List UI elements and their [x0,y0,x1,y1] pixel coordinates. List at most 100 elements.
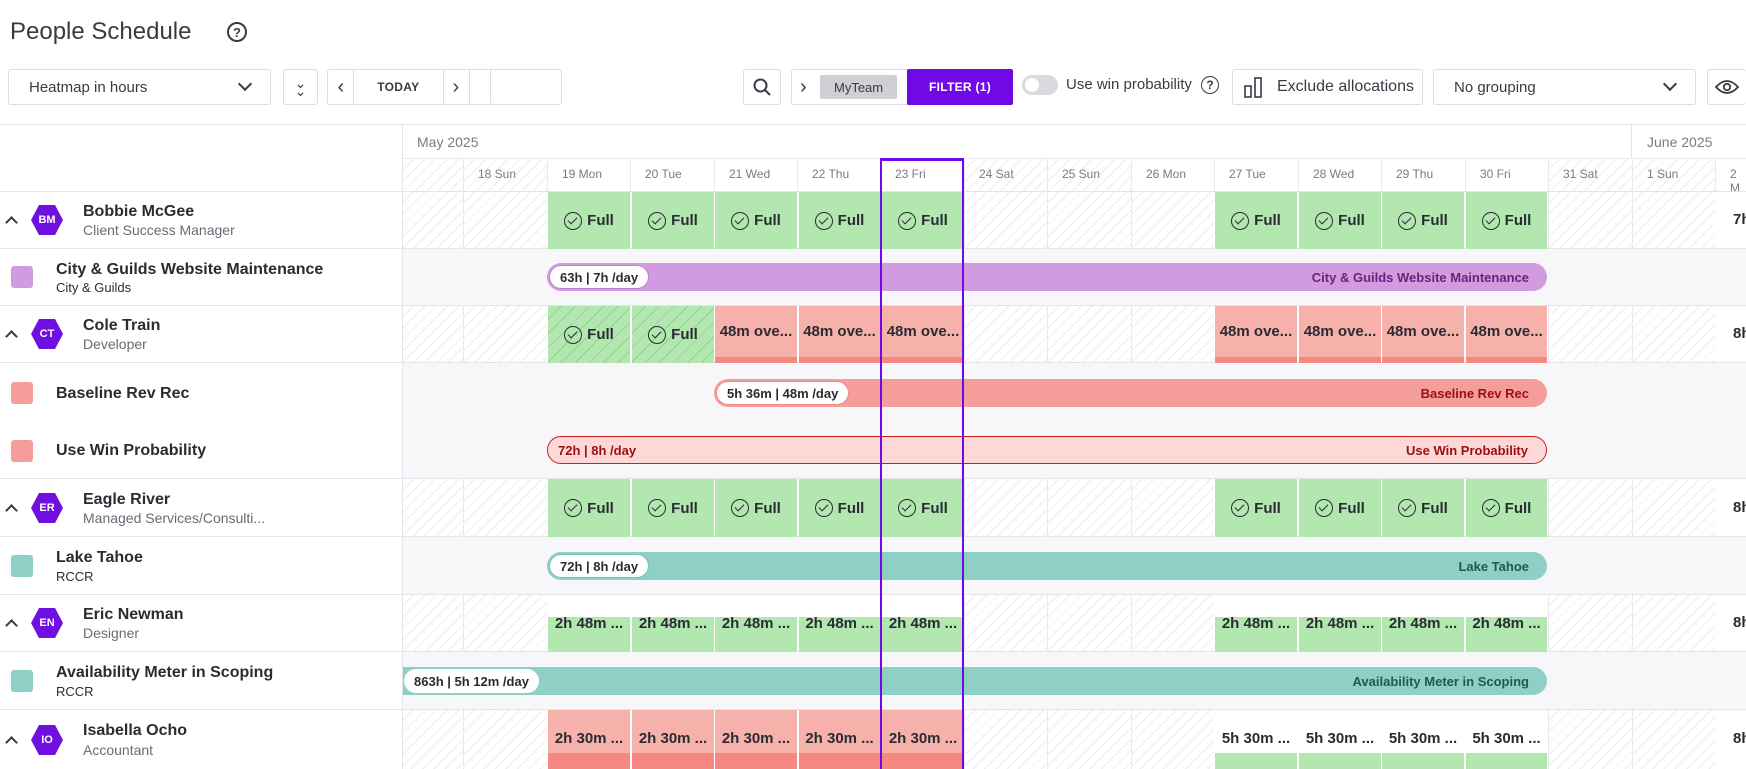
expand-filter-icon[interactable]: › [800,76,807,99]
heatmap-cell-clipped: 8h [1733,499,1746,516]
heatmap-cell[interactable]: 2h 48m ... [799,595,880,652]
heatmap-cell[interactable]: 2h 48m ... [1215,595,1297,652]
heatmap-cell[interactable]: 5h 30m ... [1466,710,1547,769]
heatmap-cell[interactable]: Full [1215,192,1297,249]
heatmap-cell[interactable]: 2h 48m ... [1466,595,1547,652]
heatmap-cell[interactable]: 5h 30m ... [1382,710,1464,769]
win-probability-help-icon[interactable]: ? [1201,76,1219,94]
heatmap-cell[interactable]: 48m ove... [1215,306,1297,363]
heatmap-cell[interactable]: 2h 30m ... [799,710,880,769]
collapse-icon[interactable] [5,619,18,632]
view-mode-value: Heatmap in hours [29,78,148,96]
today-button[interactable]: TODAY [354,80,443,94]
search-button[interactable] [743,69,781,105]
heatmap-cell[interactable]: Full [548,306,630,363]
collapse-all-button[interactable]: ⌄ ⌄ [283,69,318,105]
heatmap-cell[interactable]: Full [1215,479,1297,537]
heatmap-cell[interactable]: Full [548,479,630,537]
heatmap-cell[interactable]: 48m ove... [1299,306,1381,363]
check-circle-icon [1231,499,1250,517]
heatmap-cell[interactable]: 48m ove... [1466,306,1547,363]
day-header: 31 Sat [1548,159,1632,191]
heatmap-cell[interactable]: 48m ove... [882,306,964,363]
project-name[interactable]: Use Win Probability [56,442,206,460]
heatmap-cell[interactable]: 5h 30m ... [1215,710,1297,769]
allocation-bar[interactable]: 5h 36m | 48m /day Baseline Rev Rec [714,379,1547,407]
person-name[interactable]: Eric Newman [83,606,183,624]
collapse-icon[interactable] [5,330,18,343]
heatmap-cell[interactable]: Full [882,479,964,537]
person-name[interactable]: Cole Train [83,317,160,335]
allocation-pill: 863h | 5h 12m /day [404,669,539,693]
heatmap-cell[interactable]: Full [1466,192,1547,249]
heatmap-cell[interactable]: Full [1466,479,1547,537]
heatmap-cell[interactable]: 2h 30m ... [882,710,964,769]
heatmap-cell[interactable]: 2h 48m ... [548,595,630,652]
next-period-button[interactable]: › [443,76,469,99]
heatmap-cell[interactable]: Full [882,192,964,249]
heatmap-cell[interactable]: 5h 30m ... [1299,710,1381,769]
person-name[interactable]: Bobbie McGee [83,203,194,221]
allocation-name: Availability Meter in Scoping [1352,673,1530,689]
project-name[interactable]: Lake Tahoe [56,549,143,567]
project-color-swatch [11,555,33,577]
allocation-bar[interactable]: 863h | 5h 12m /day Availability Meter in… [402,667,1547,695]
collapse-icon[interactable] [5,736,18,749]
day-header: 22 Thu [797,159,880,191]
person-name[interactable]: Eagle River [83,491,170,509]
allocation-bar[interactable]: 63h | 7h /day City & Guilds Website Main… [547,263,1547,291]
exclude-allocations-label: Exclude allocations [1277,78,1414,95]
view-mode-select[interactable]: Heatmap in hours [8,69,271,105]
heatmap-cell[interactable]: 2h 30m ... [548,710,630,769]
heatmap-cell[interactable]: 2h 48m ... [632,595,714,652]
tentative-allocation-bar[interactable]: 72h | 8h /day Use Win Probability [547,436,1547,464]
heatmap-cell[interactable]: 48m ove... [715,306,797,363]
heatmap-cell[interactable]: Full [715,479,797,537]
check-circle-icon [1315,499,1334,517]
allocation-bar[interactable]: 72h | 8h /day Lake Tahoe [547,552,1547,580]
heatmap-cell[interactable]: Full [1382,192,1464,249]
person-name[interactable]: Isabella Ocho [83,722,187,740]
check-circle-icon [564,499,583,517]
myteam-chip[interactable]: MyTeam [820,75,898,99]
heatmap-cell[interactable]: Full [548,192,630,249]
heatmap-cell[interactable]: Full [799,479,880,537]
visibility-button[interactable] [1707,69,1746,105]
heatmap-cell[interactable]: Full [632,192,714,249]
heatmap-cell[interactable]: 2h 48m ... [715,595,797,652]
heatmap-cell[interactable]: Full [715,192,797,249]
help-icon[interactable]: ? [227,22,247,42]
collapse-icon[interactable] [5,504,18,517]
heatmap-cell[interactable]: Full [632,479,714,537]
project-name[interactable]: City & Guilds Website Maintenance [56,261,323,279]
heatmap-cell[interactable]: 2h 48m ... [882,595,964,652]
filter-button[interactable]: FILTER (1) [907,69,1013,105]
person-row: Full Full Full Full Full Full Full Full … [0,192,1746,249]
grouping-select[interactable]: No grouping [1433,69,1696,105]
heatmap-cell[interactable]: Full [799,192,880,249]
project-name[interactable]: Availability Meter in Scoping [56,664,273,682]
heatmap-cell[interactable]: Full [1299,479,1381,537]
heatmap-cell[interactable]: 2h 48m ... [1299,595,1381,652]
person-row: 2h 48m ... 2h 48m ... 2h 48m ... 2h 48m … [0,595,1746,652]
assignment-row: 63h | 7h /day City & Guilds Website Main… [0,249,1746,306]
grouping-value: No grouping [1454,78,1536,96]
check-circle-icon [731,211,750,230]
heatmap-cell[interactable]: Full [1382,479,1464,537]
win-probability-toggle[interactable] [1022,75,1058,95]
project-color-swatch [11,670,33,692]
collapse-icon[interactable] [5,216,18,229]
heatmap-cell[interactable]: 2h 48m ... [1382,595,1464,652]
day-header: 30 Fri [1465,159,1548,191]
heatmap-cell[interactable]: Full [632,306,714,363]
check-circle-icon [648,499,667,517]
prev-period-button[interactable]: ‹ [328,76,354,99]
check-circle-icon [1398,211,1417,230]
heatmap-cell[interactable]: 48m ove... [799,306,880,363]
heatmap-cell[interactable]: 2h 30m ... [715,710,797,769]
heatmap-cell[interactable]: 48m ove... [1382,306,1464,363]
project-name[interactable]: Baseline Rev Rec [56,385,189,403]
heatmap-cell[interactable]: 2h 30m ... [632,710,714,769]
exclude-allocations-button[interactable]: Exclude allocations [1232,69,1423,105]
heatmap-cell[interactable]: Full [1299,192,1381,249]
